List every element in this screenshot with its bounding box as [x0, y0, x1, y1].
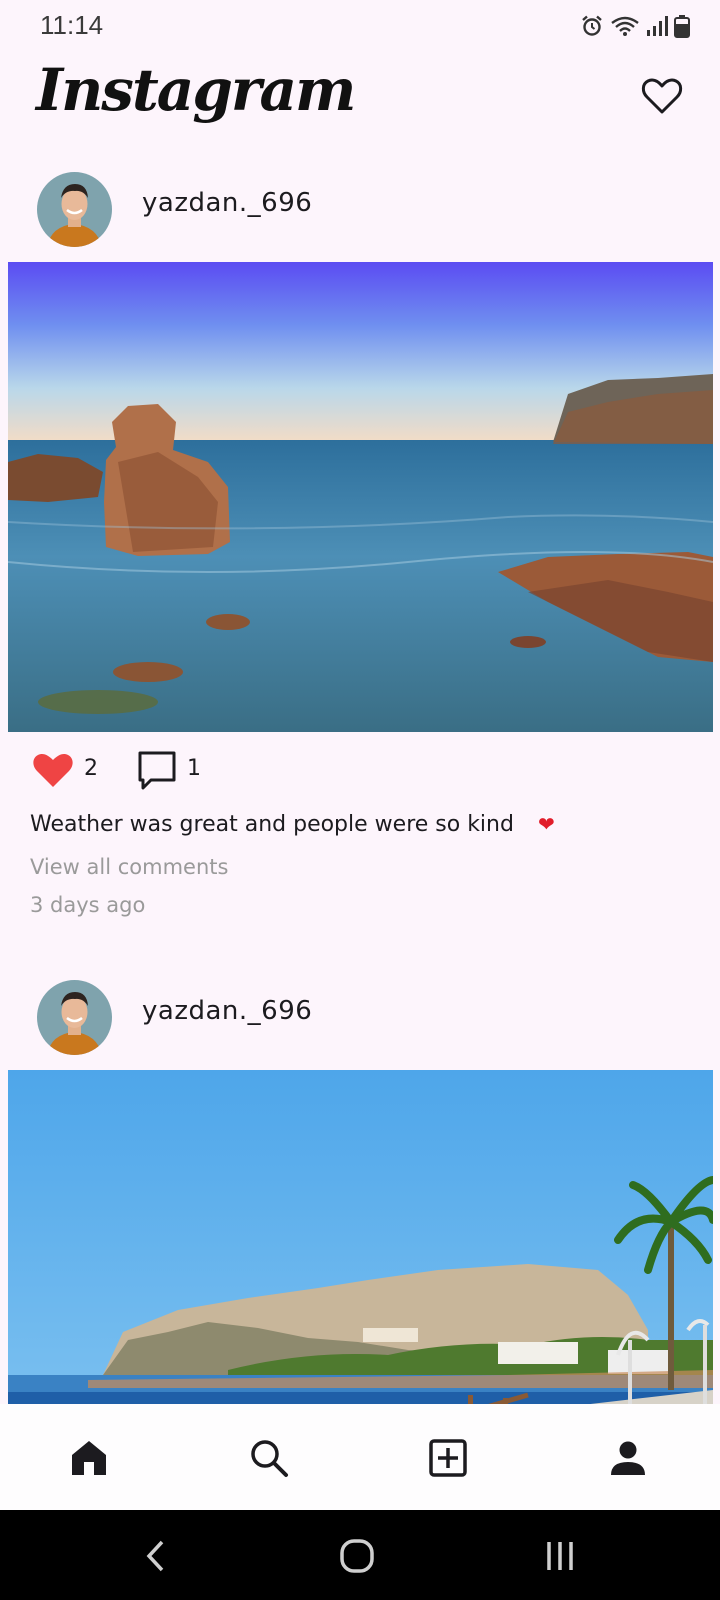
add-post-icon[interactable] — [428, 1438, 468, 1478]
signal-icon — [647, 16, 668, 36]
alarm-icon — [582, 15, 602, 36]
post: yazdan._696 — [0, 162, 720, 924]
system-nav-bar — [0, 1510, 720, 1600]
status-bar: 11:14 — [0, 0, 720, 52]
comment-icon[interactable] — [137, 750, 177, 792]
comment-count: 1 — [187, 756, 201, 781]
avatar[interactable] — [37, 172, 112, 247]
feed[interactable]: yazdan._696 2 1 Weather was great and pe… — [0, 162, 720, 1404]
like-filled-icon[interactable] — [32, 750, 74, 790]
back-icon[interactable] — [137, 1536, 177, 1576]
username[interactable]: yazdan._696 — [142, 188, 312, 218]
post: yazdan._696 — [0, 970, 720, 1404]
bottom-nav — [0, 1404, 720, 1510]
search-icon[interactable] — [249, 1438, 289, 1478]
battery-icon — [674, 15, 690, 38]
username[interactable]: yazdan._696 — [142, 996, 312, 1026]
avatar[interactable] — [37, 980, 112, 1055]
post-image[interactable] — [8, 1070, 713, 1404]
heart-outline-icon[interactable] — [640, 74, 684, 118]
wifi-icon — [611, 16, 639, 36]
instagram-logo: Instagram — [36, 56, 356, 124]
home-icon[interactable] — [69, 1438, 109, 1478]
heart-emoji-icon: ❤ — [537, 812, 555, 836]
post-actions: 2 1 — [0, 732, 720, 808]
post-image[interactable] — [8, 262, 713, 732]
home-circle-icon[interactable] — [337, 1536, 377, 1576]
recents-icon[interactable] — [540, 1536, 580, 1576]
app-header: Instagram — [0, 52, 720, 162]
post-caption: Weather was great and people were so kin… — [30, 808, 720, 848]
profile-icon[interactable] — [608, 1438, 648, 1478]
status-time: 11:14 — [40, 10, 104, 40]
status-icons — [580, 12, 690, 40]
post-header: yazdan._696 — [0, 970, 720, 1070]
post-timestamp: 3 days ago — [30, 893, 146, 917]
like-count: 2 — [84, 756, 98, 781]
view-all-comments-link[interactable]: View all comments — [30, 848, 720, 886]
post-header: yazdan._696 — [0, 162, 720, 262]
caption-text: Weather was great and people were so kin… — [30, 812, 514, 837]
